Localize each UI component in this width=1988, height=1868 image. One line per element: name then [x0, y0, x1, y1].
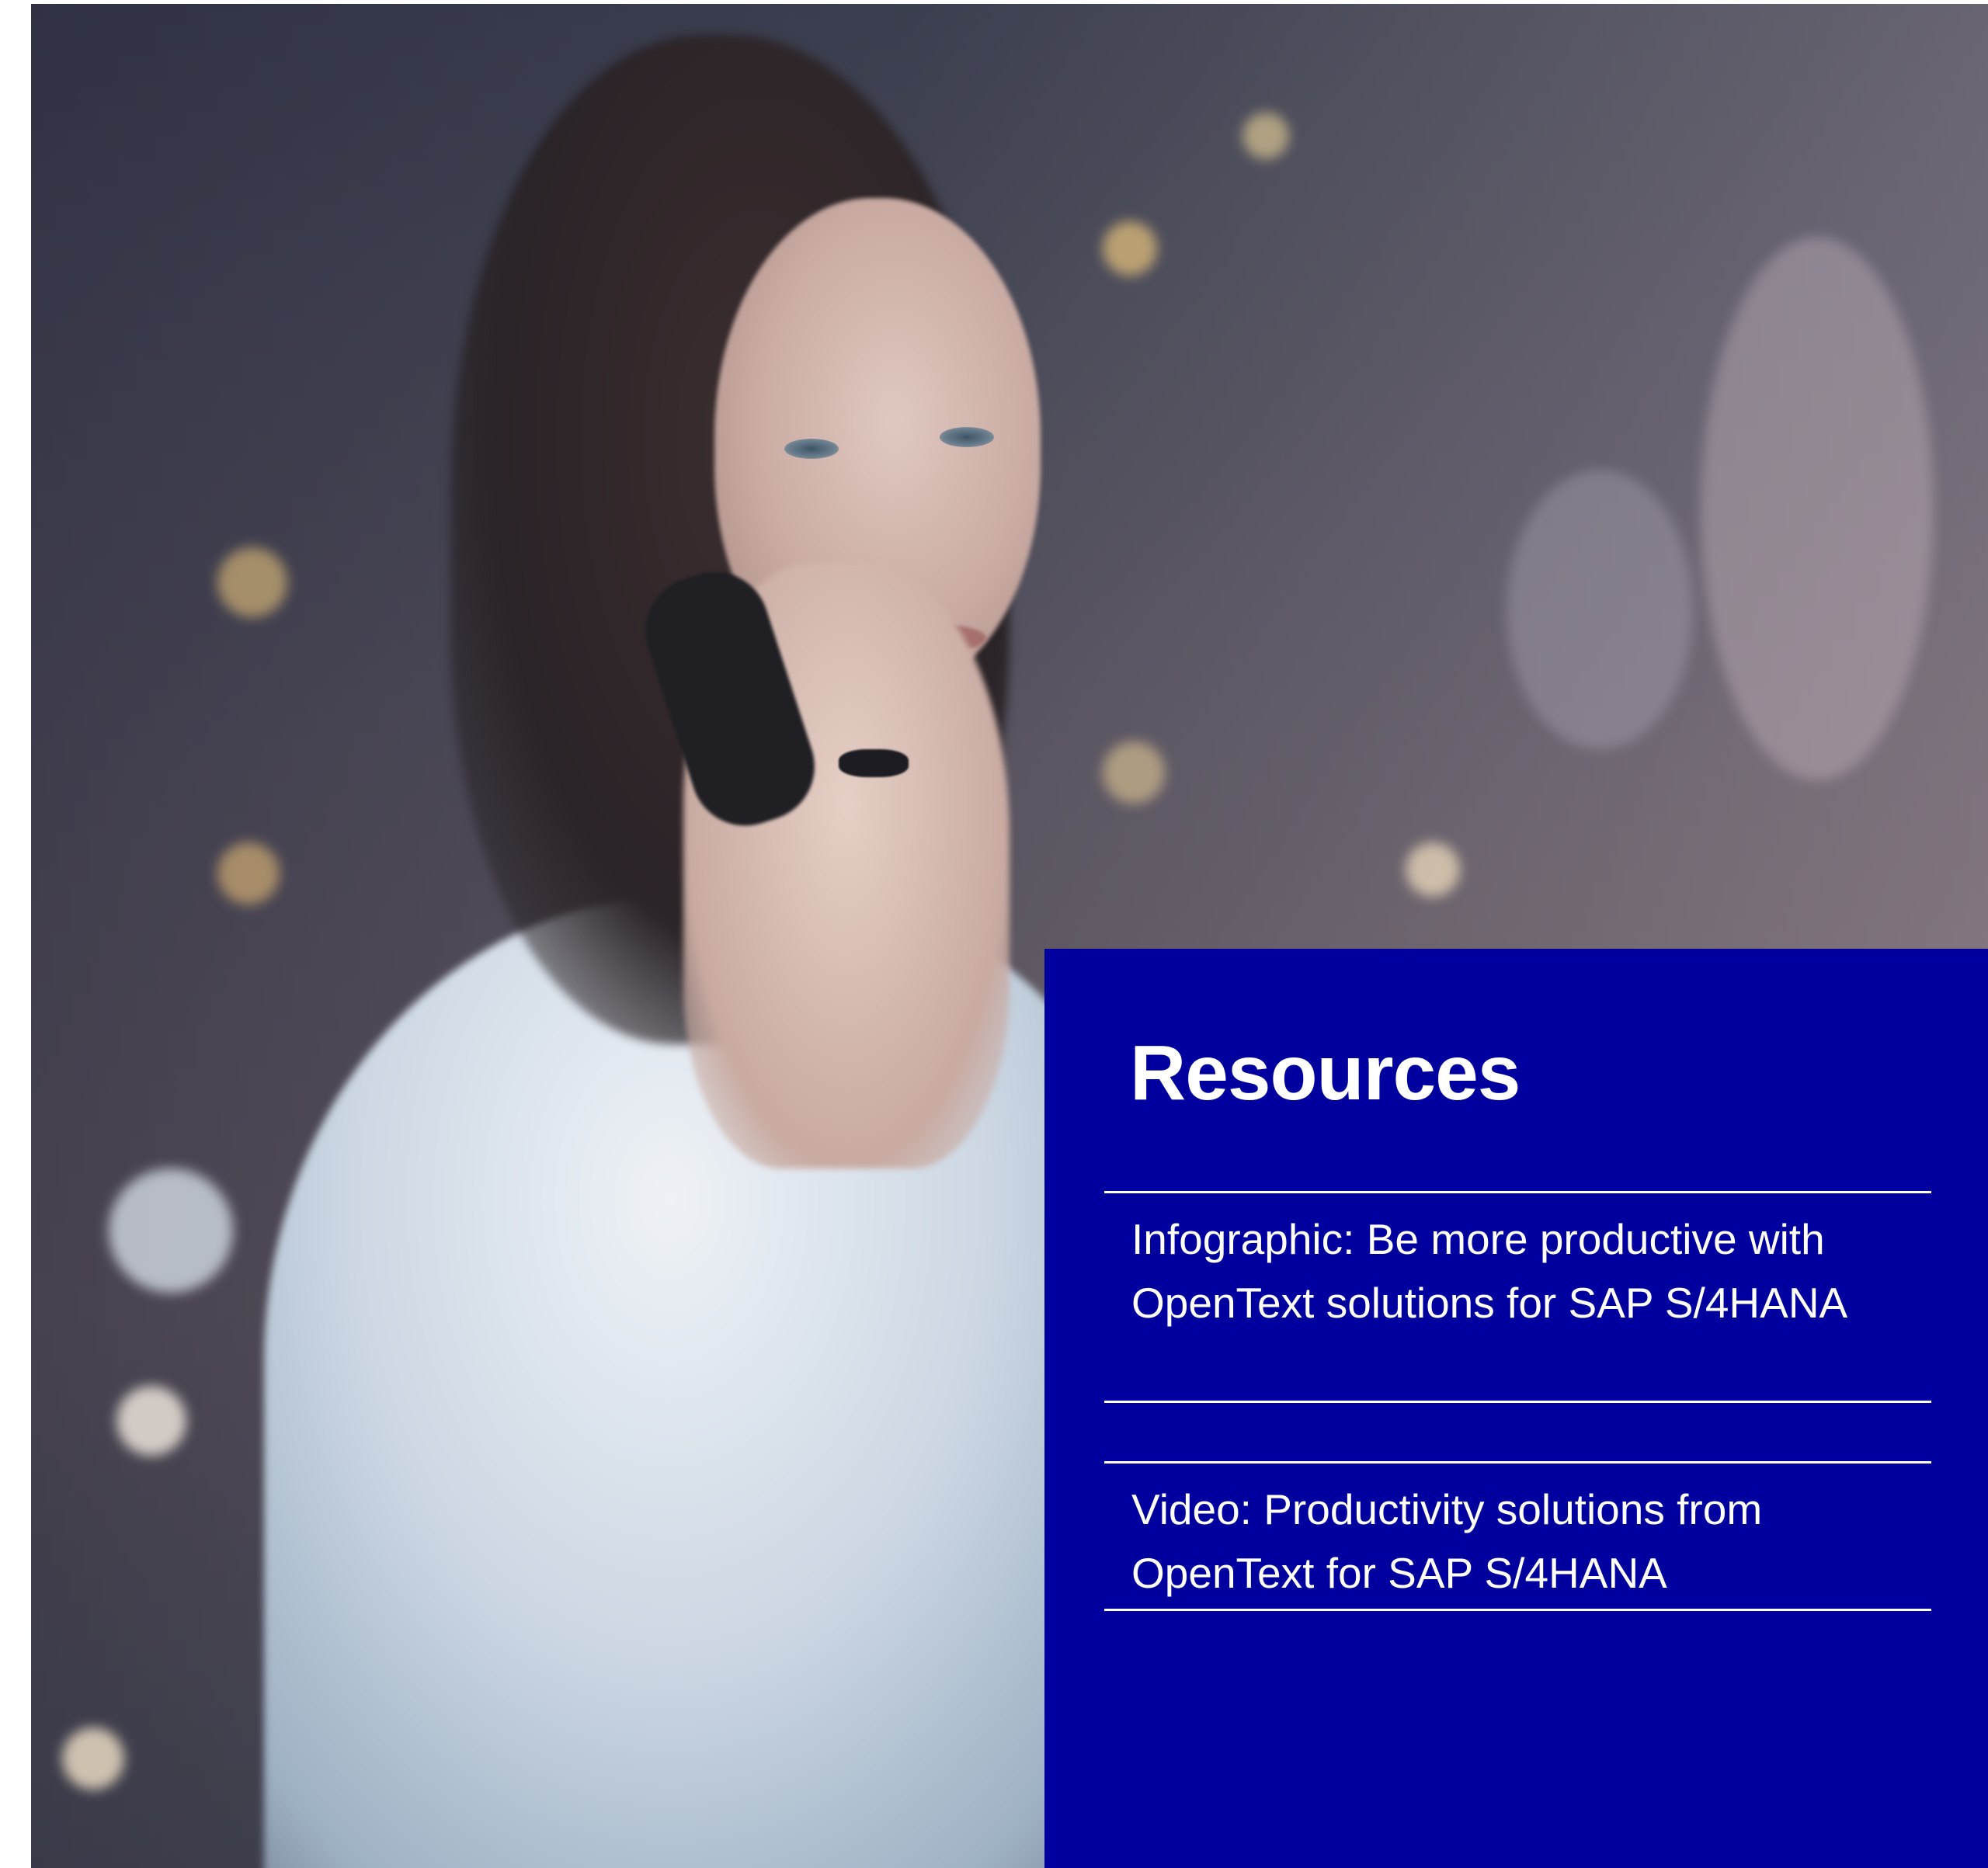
infographic-link[interactable]: Infographic: Be more productive with Ope… [1131, 1207, 1908, 1335]
bokeh-light [217, 547, 287, 617]
bokeh-light [1701, 237, 1934, 780]
bokeh-light [217, 842, 280, 904]
bokeh-light [1103, 221, 1157, 276]
bokeh-light [1103, 741, 1165, 804]
resources-panel: Resources Infographic: Be more productiv… [1044, 949, 1988, 1868]
bokeh-light [116, 1386, 186, 1456]
bokeh-light [1242, 113, 1289, 159]
resource-item-video: Video: Productivity solutions from OpenT… [1104, 1461, 1931, 1611]
video-link[interactable]: Video: Productivity solutions from OpenT… [1131, 1477, 1908, 1605]
eye-shape [940, 427, 994, 447]
bokeh-light [109, 1168, 233, 1293]
bokeh-light [1406, 842, 1460, 897]
eye-shape [784, 439, 839, 459]
bokeh-light [1507, 470, 1693, 749]
ring-shape [839, 749, 909, 777]
resource-item-infographic: Infographic: Be more productive with Ope… [1104, 1191, 1931, 1403]
resources-heading: Resources [1130, 1029, 1521, 1116]
bokeh-light [62, 1727, 124, 1790]
